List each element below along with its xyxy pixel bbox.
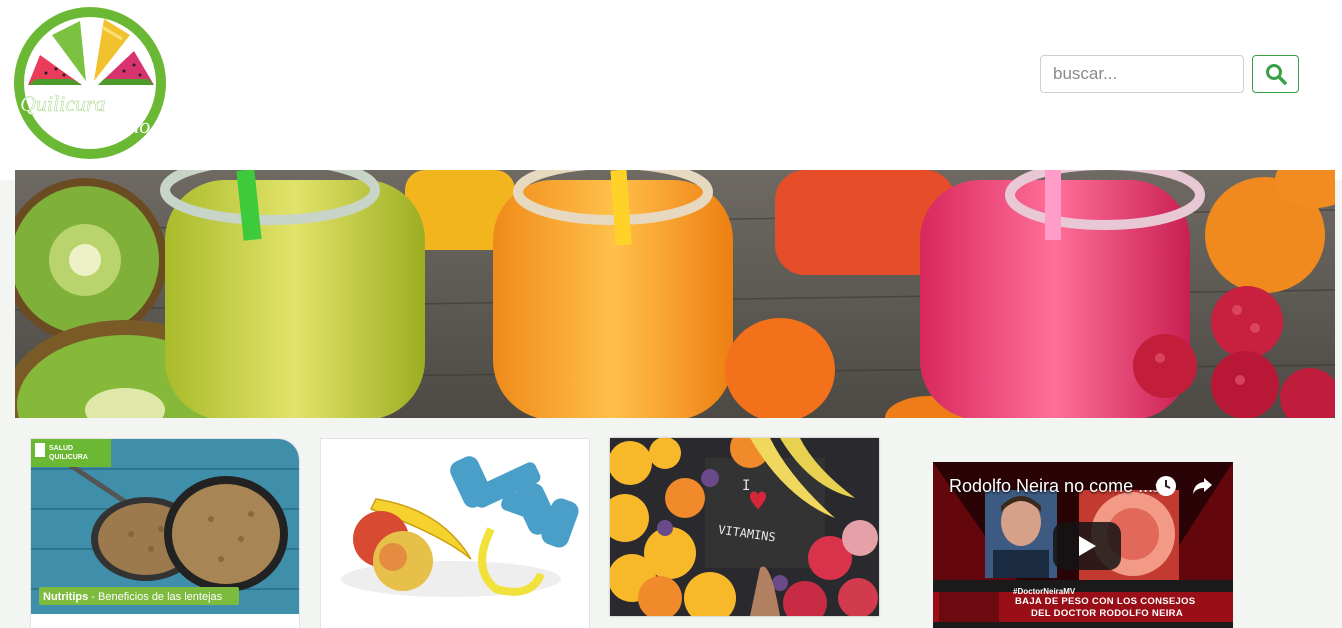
smoothie-banner-image xyxy=(15,170,1335,418)
site-header: Quilicura V&gariano xyxy=(0,0,1342,180)
quilicura-vegariano-logo[interactable]: Quilicura V&gariano xyxy=(12,5,168,161)
nutritips-caption-bold: Nutritips xyxy=(43,591,88,603)
play-button[interactable] xyxy=(1053,522,1121,570)
nutritips-caption-rest: - Beneficios de las lentejas xyxy=(88,591,222,603)
salud-badge-bottom: QUILICURA xyxy=(49,454,88,461)
video-title[interactable]: Rodolfo Neira no come ...Ja xyxy=(949,476,1165,497)
card-vitaminas[interactable]: I VITAMINS xyxy=(610,438,879,616)
logo-text-vegariano: V&gariano xyxy=(50,113,150,138)
watch-later-icon[interactable] xyxy=(1155,475,1177,497)
video-ticker-line2: DEL DOCTOR RODOLFO NEIRA xyxy=(1031,608,1183,619)
play-icon xyxy=(1079,536,1096,556)
share-icon[interactable] xyxy=(1191,475,1213,497)
video-ticker-tag: #DoctorNeiraMV xyxy=(1013,587,1076,596)
salud-badge-top: SALUD xyxy=(49,445,73,452)
search-button[interactable] xyxy=(1252,55,1299,93)
card-fruta-ejercicio[interactable] xyxy=(320,438,590,628)
video-ticker-line1: BAJA DE PESO CON LOS CONSEJOS xyxy=(1015,596,1196,607)
nutritips-caption: Nutritips - Beneficios de las lentejas xyxy=(43,591,223,603)
search-input[interactable] xyxy=(1040,55,1244,93)
card-nutritips-lentejas[interactable]: SALUD QUILICURA Nutritips - Beneficios d… xyxy=(30,438,300,628)
youtube-video-embed[interactable]: Rodolfo Neira no come ...Ja #DoctorNeira… xyxy=(933,462,1233,628)
chalk-text-i: I xyxy=(742,478,750,494)
video-title-text: Rodolfo Neira no come ... xyxy=(949,476,1154,496)
search-icon xyxy=(1265,64,1287,85)
